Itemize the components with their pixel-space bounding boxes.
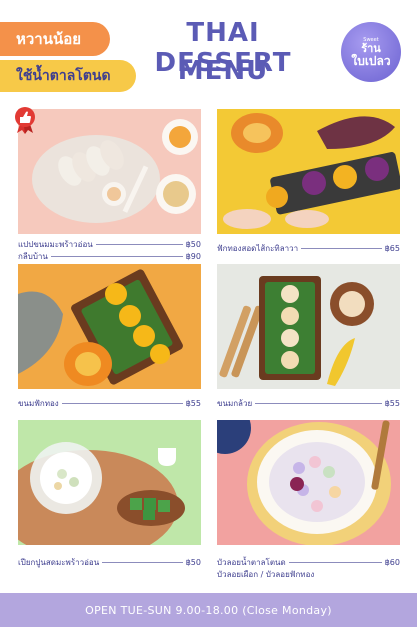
- leader-line: [102, 562, 183, 563]
- menu-item-5-line-1: เปียกปูนสดมะพร้าวอ่อน ฿50: [18, 556, 201, 569]
- leader-line: [61, 403, 183, 404]
- coconut-crepe-illustration: [32, 119, 198, 223]
- leader-line: [255, 403, 382, 404]
- shop-logo: Sweet ร้าน ใบเปลว: [341, 22, 401, 82]
- menu-item-4-line-1: ขนมกล้วย ฿55: [217, 397, 400, 410]
- item-name: ขนมกล้วย: [217, 399, 253, 408]
- leader-line: [288, 562, 382, 563]
- item-name: ฟักทองสอดไส้กะทิลาวา: [217, 244, 299, 253]
- badge-palm-sugar-label: ใช้น้ำตาลโตนด: [16, 68, 111, 84]
- leader-line: [50, 256, 183, 257]
- banana-dessert-illustration: [219, 276, 374, 386]
- item-price: ฿55: [185, 399, 201, 408]
- photo-pumpkin-dessert: [18, 264, 201, 389]
- opening-hours-footer: OPEN TUE-SUN 9.00-18.00 (Close Monday): [0, 593, 417, 627]
- photo-coconut-pudding: [18, 420, 201, 545]
- item-price: ฿50: [185, 558, 201, 567]
- menu-item-6-line-2: บัวลอยเผือก / บัวลอยฟักทอง: [217, 568, 400, 581]
- item-price: ฿90: [185, 252, 201, 261]
- badge-less-sweet: หวานน้อย: [0, 22, 110, 56]
- bua-loy-illustration: [217, 420, 391, 545]
- photo-bua-loy: [217, 420, 400, 545]
- leader-line: [95, 244, 183, 245]
- menu-item-1-line-2: กลีบบ้าน ฿90: [18, 250, 201, 263]
- coconut-pudding-illustration: [18, 442, 185, 545]
- item-name: บัวลอยเผือก / บัวลอยฟักทอง: [217, 570, 315, 579]
- logo-line-1: ร้าน: [361, 41, 381, 55]
- opening-hours-text: OPEN TUE-SUN 9.00-18.00 (Close Monday): [85, 603, 332, 617]
- badge-palm-sugar: ใช้น้ำตาลโตนด: [0, 60, 136, 92]
- menu-item-2-line-1: ฟักทองสอดไส้กะทิลาวา ฿65: [217, 242, 400, 255]
- item-price: ฿60: [384, 558, 400, 567]
- badge-less-sweet-label: หวานน้อย: [16, 30, 82, 48]
- item-name: กลีบบ้าน: [18, 252, 48, 261]
- item-name: เปียกปูนสดมะพร้าวอ่อน: [18, 558, 100, 567]
- item-price: ฿65: [384, 244, 400, 253]
- leader-line: [301, 248, 382, 249]
- page-subtitle: MENU: [177, 56, 269, 86]
- photo-banana-dessert: [217, 264, 400, 389]
- pumpkin-dessert-illustration: [18, 269, 183, 386]
- item-name: ขนมฟักทอง: [18, 399, 59, 408]
- menu-item-3-line-1: ขนมฟักทอง ฿55: [18, 397, 201, 410]
- thumbs-up-ribbon-icon: [12, 106, 38, 134]
- photo-pumpkin-lava: [217, 109, 400, 234]
- logo-line-2: ใบเปลว: [351, 53, 391, 68]
- item-price: ฿50: [185, 240, 201, 249]
- pumpkin-lava-illustration: [223, 113, 400, 229]
- photo-coconut-crepe: [18, 109, 201, 234]
- item-price: ฿55: [384, 399, 400, 408]
